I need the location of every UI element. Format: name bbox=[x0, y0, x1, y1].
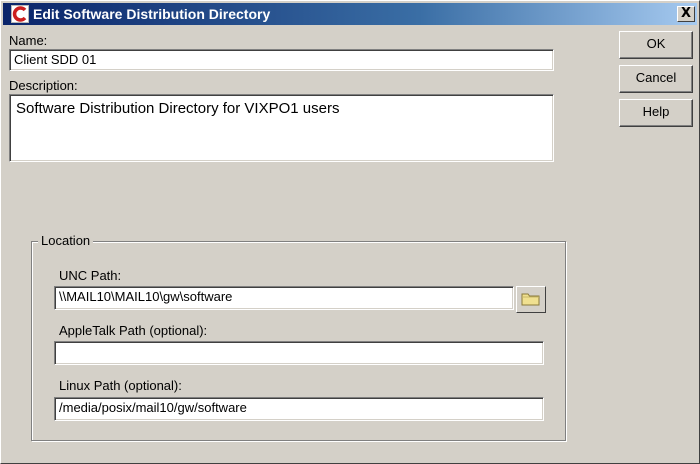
name-label: Name: bbox=[9, 33, 48, 48]
help-button[interactable]: Help bbox=[619, 99, 693, 127]
description-textarea[interactable]: Software Distribution Directory for VIXP… bbox=[9, 94, 554, 162]
appletalk-path-input[interactable] bbox=[54, 341, 544, 365]
ok-button[interactable]: OK bbox=[619, 31, 693, 59]
browse-button[interactable] bbox=[516, 286, 546, 313]
linux-path-label: Linux Path (optional): bbox=[59, 378, 182, 393]
dialog-title: Edit Software Distribution Directory bbox=[33, 6, 271, 22]
location-group-label: Location bbox=[38, 233, 94, 248]
unc-path-input[interactable]: \\MAIL10\MAIL10\gw\software bbox=[54, 286, 514, 310]
appletalk-path-label: AppleTalk Path (optional): bbox=[59, 323, 208, 338]
novell-c-icon bbox=[11, 5, 29, 23]
name-input[interactable]: Client SDD 01 bbox=[9, 49, 554, 71]
cancel-button[interactable]: Cancel bbox=[619, 65, 693, 93]
unc-path-label: UNC Path: bbox=[59, 268, 122, 283]
close-icon: X bbox=[680, 6, 692, 21]
folder-icon bbox=[517, 291, 545, 307]
title-bar[interactable]: Edit Software Distribution Directory X bbox=[3, 3, 697, 25]
edit-sdd-dialog: Edit Software Distribution Directory X N… bbox=[0, 0, 700, 464]
linux-path-input[interactable]: /media/posix/mail10/gw/software bbox=[54, 397, 544, 421]
description-label: Description: bbox=[9, 78, 78, 93]
close-button[interactable]: X bbox=[677, 6, 695, 22]
